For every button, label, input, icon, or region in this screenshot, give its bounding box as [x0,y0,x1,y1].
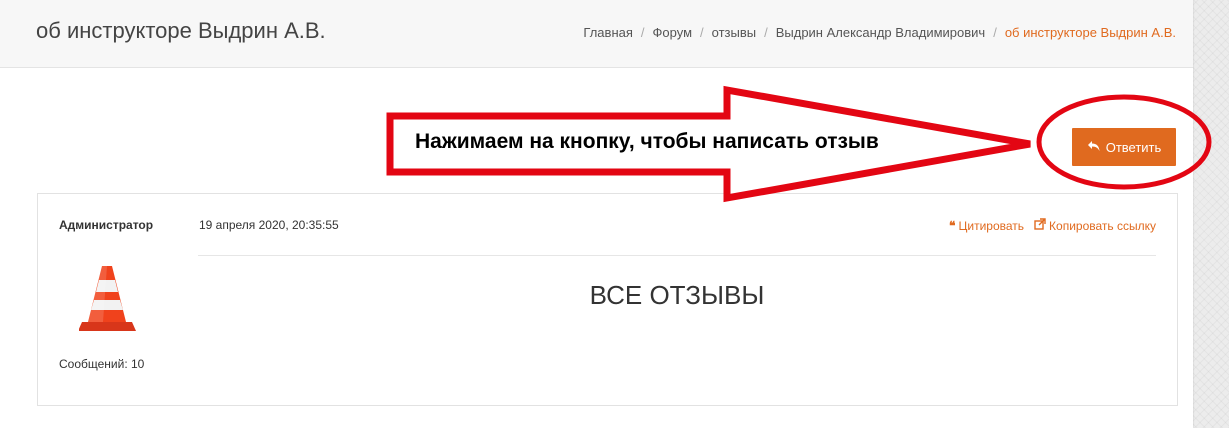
annotation-text: Нажимаем на кнопку, чтобы написать отзыв [415,130,879,153]
message-count: Сообщений: 10 [59,357,145,371]
breadcrumb-separator: / [764,25,768,40]
page-header: об инструкторе Выдрин А.В. Главная / Фор… [0,0,1193,68]
forum-post: Администратор Сообщений: 10 19 апреля 20… [37,193,1178,406]
page-title: об инструкторе Выдрин А.В. [36,18,326,43]
breadcrumb-current: об инструкторе Выдрин А.В. [1004,25,1176,40]
copy-link-label: Копировать ссылку [1049,218,1156,233]
quote-link[interactable]: ❝ Цитировать [949,218,1024,233]
post-date: 19 апреля 2020, 20:35:55 [199,218,339,232]
breadcrumb-instructor[interactable]: Выдрин Александр Владимирович [776,25,985,40]
breadcrumb-forum[interactable]: Форум [653,25,693,40]
copy-link[interactable]: Копировать ссылку [1034,218,1156,233]
reply-button-label: Ответить [1105,139,1162,155]
quote-icon: ❝ [949,218,956,233]
external-link-icon [1034,218,1046,233]
breadcrumb-separator: / [700,25,704,40]
reply-icon [1087,139,1101,155]
post-author[interactable]: Администратор [59,218,153,232]
breadcrumb: Главная / Форум / отзывы / Выдрин Алекса… [583,25,1176,40]
forum-panel: об инструкторе Выдрин А.В. Главная / Фор… [0,0,1193,428]
breadcrumb-reviews[interactable]: отзывы [712,25,756,40]
breadcrumb-home[interactable]: Главная [583,25,632,40]
post-body: ВСЕ ОТЗЫВЫ [589,280,765,310]
breadcrumb-separator: / [640,25,645,40]
traffic-cone-icon [78,264,139,334]
breadcrumb-separator: / [993,25,997,40]
post-divider [198,255,1156,256]
reply-button[interactable]: Ответить [1072,128,1176,166]
post-actions: ❝ Цитировать Копировать ссылку [949,218,1156,233]
quote-label: Цитировать [958,218,1025,233]
